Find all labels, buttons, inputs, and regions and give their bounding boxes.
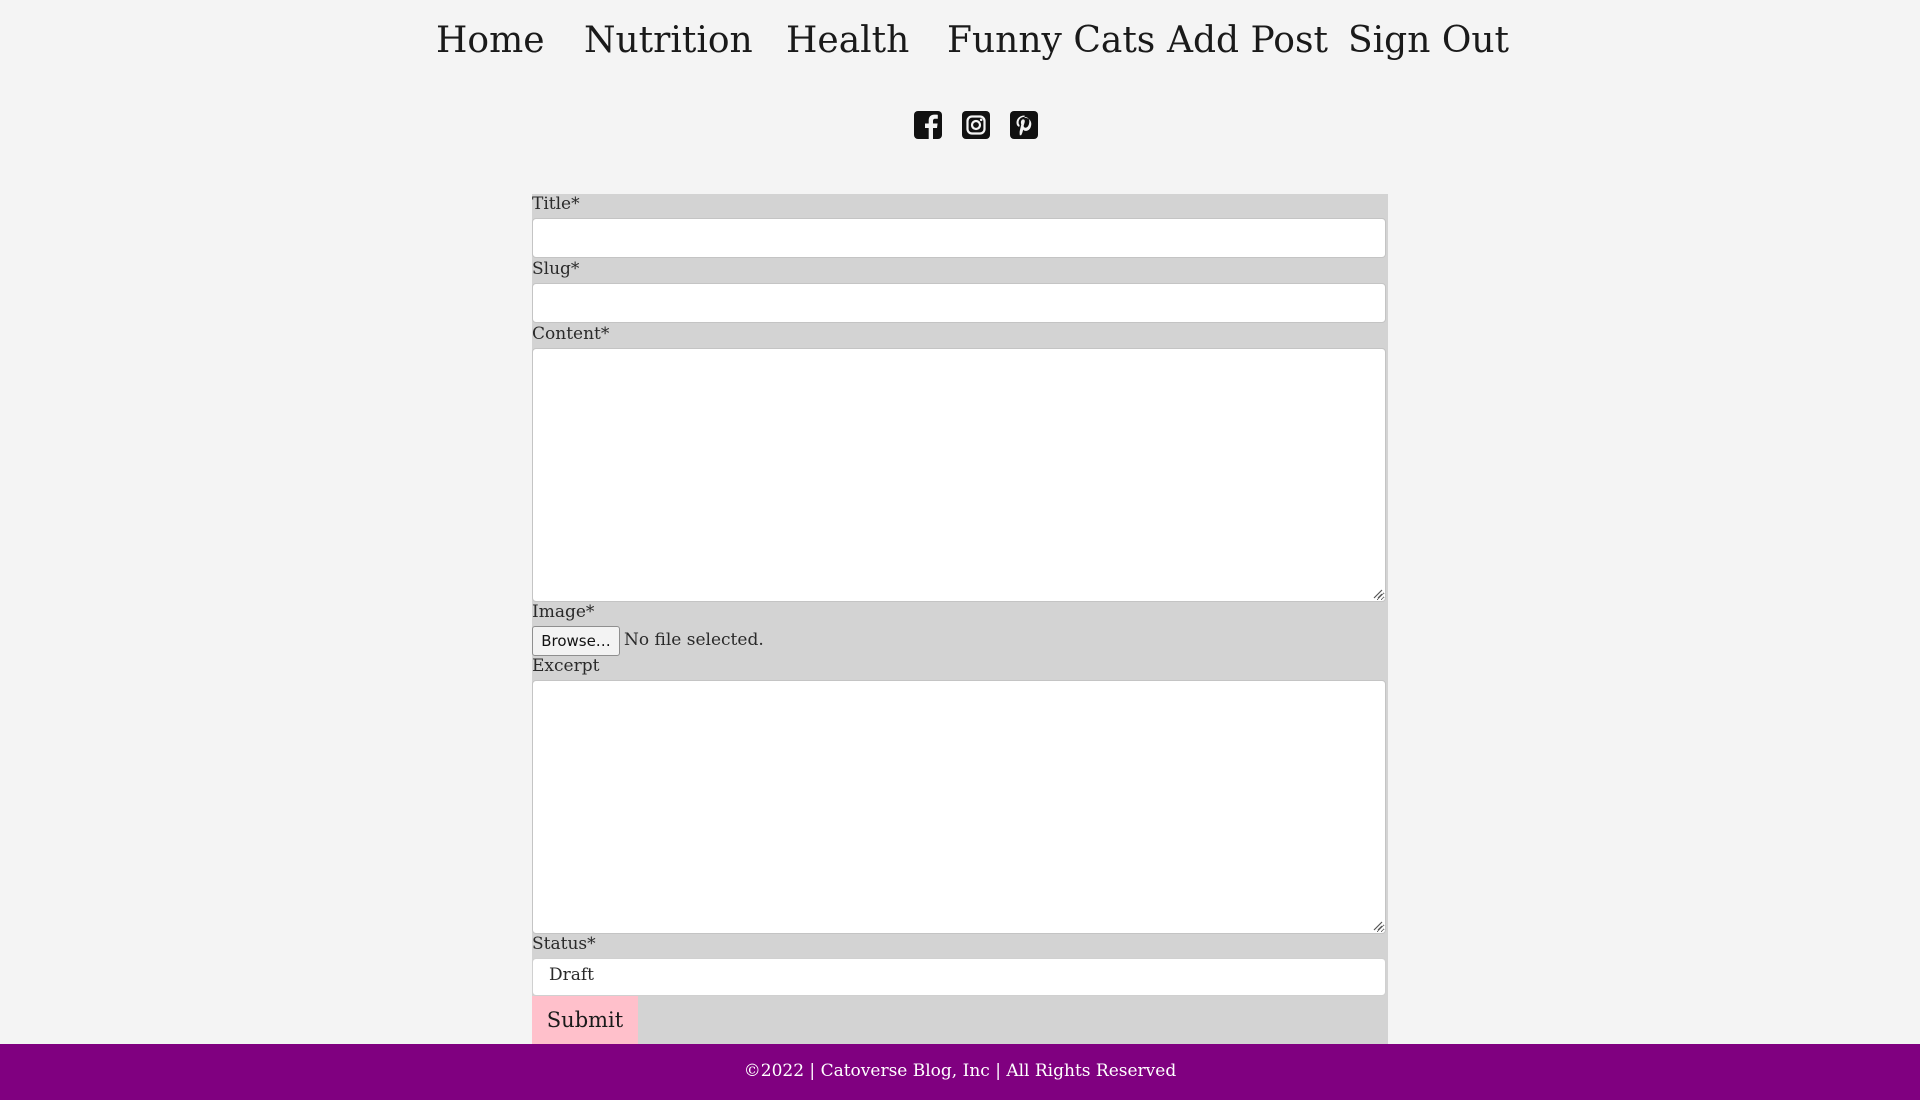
nav-link-nutrition[interactable]: Nutrition [584, 20, 753, 61]
nav-link-home[interactable]: Home [436, 20, 545, 61]
no-file-status: No file selected. [624, 630, 764, 650]
excerpt-textarea[interactable] [532, 680, 1386, 934]
add-post-form: Title* Slug* Content* Image* Browse… No … [532, 194, 1388, 1044]
submit-button[interactable]: Submit [532, 996, 638, 1044]
social-links [0, 110, 1920, 140]
nav-link-funny-cats[interactable]: Funny Cats [947, 20, 1155, 61]
title-input[interactable] [532, 218, 1386, 258]
image-label: Image* [532, 602, 595, 622]
pinterest-icon[interactable] [1009, 110, 1039, 140]
title-label: Title* [532, 194, 580, 214]
status-select[interactable]: Draft [532, 958, 1386, 996]
browse-file-button[interactable]: Browse… [532, 626, 620, 656]
content-label: Content* [532, 324, 610, 344]
nav-link-sign-out[interactable]: Sign Out [1348, 20, 1509, 61]
instagram-icon[interactable] [961, 110, 991, 140]
footer: ©2022 | Catoverse Blog, Inc | All Rights… [0, 1044, 1920, 1100]
main-nav: Home Nutrition Health Funny Cats Add Pos… [0, 14, 1920, 74]
content-textarea[interactable] [532, 348, 1386, 602]
slug-label: Slug* [532, 259, 580, 279]
facebook-icon[interactable] [913, 110, 943, 140]
status-label: Status* [532, 934, 596, 954]
nav-link-add-post[interactable]: Add Post [1167, 20, 1328, 61]
slug-input[interactable] [532, 283, 1386, 323]
footer-copyright: ©2022 | Catoverse Blog, Inc | All Rights… [743, 1061, 1177, 1081]
excerpt-label: Excerpt [532, 656, 600, 676]
nav-link-health[interactable]: Health [786, 20, 909, 61]
